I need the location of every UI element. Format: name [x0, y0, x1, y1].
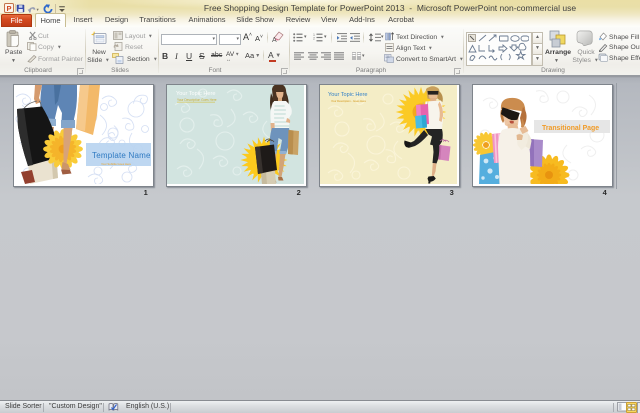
svg-text:Your Description Goes Here: Your Description Goes Here: [177, 98, 217, 102]
svg-text:Your Topic Here: Your Topic Here: [176, 91, 216, 97]
svg-text:Transitional Page: Transitional Page: [542, 125, 599, 132]
svg-text:Your Description - Goes Here: Your Description - Goes Here: [331, 99, 367, 103]
svg-text:2: 2: [313, 37, 315, 41]
svg-text:Template Name: Template Name: [92, 151, 151, 160]
svg-text:Your Subtitle Goes Here: Your Subtitle Goes Here: [101, 162, 132, 166]
svg-text:P: P: [6, 4, 11, 13]
svg-text:A: A: [272, 37, 277, 43]
svg-text:Your Topic Here: Your Topic Here: [328, 92, 368, 98]
